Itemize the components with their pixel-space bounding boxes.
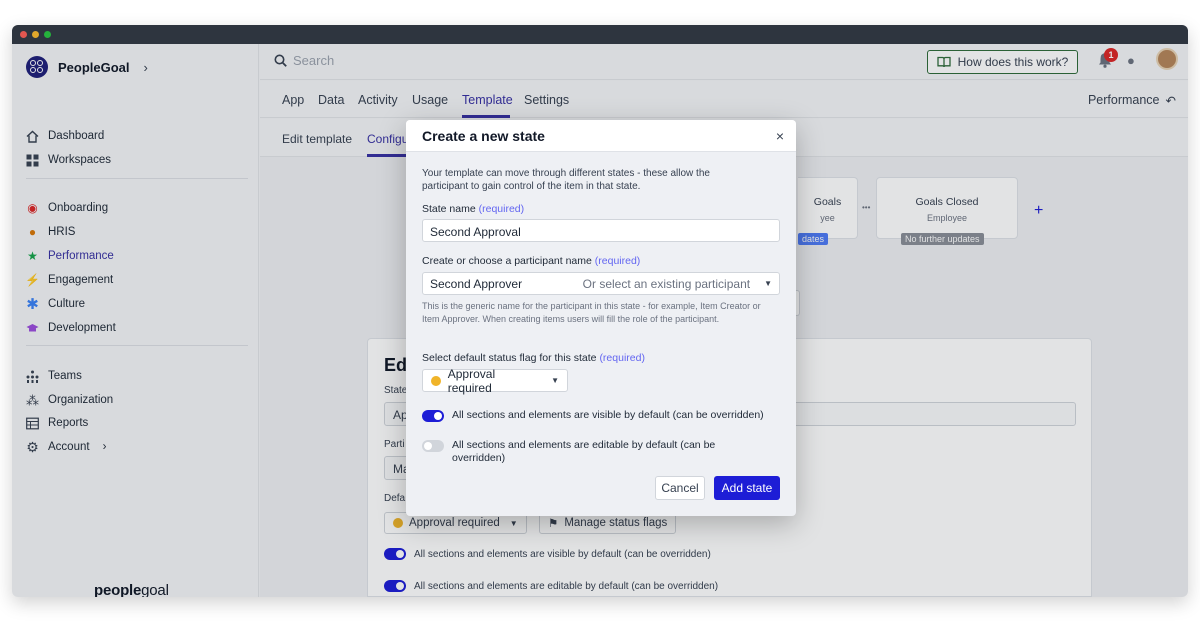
participant-value: Second Approver bbox=[430, 276, 523, 291]
close-icon[interactable]: × bbox=[776, 128, 784, 144]
yellow-status-dot bbox=[431, 375, 441, 386]
existing-participant-select[interactable]: Or select an existing participant ▼ bbox=[583, 277, 772, 291]
flag-value: Approval required bbox=[447, 366, 496, 395]
state-name-label: State name (required) bbox=[422, 203, 525, 215]
participant-name-input[interactable]: Second Approver Or select an existing pa… bbox=[422, 272, 780, 295]
existing-participant-label: Or select an existing participant bbox=[582, 276, 751, 291]
status-flag-label: Select default status flag for this stat… bbox=[422, 352, 645, 364]
cancel-button[interactable]: Cancel bbox=[655, 476, 705, 500]
visible-toggle-label: All sections and elements are visible by… bbox=[452, 409, 764, 421]
default-status-flag-select[interactable]: Approval required ▼ bbox=[422, 366, 568, 395]
create-state-modal: Create a new state × Your template can m… bbox=[406, 120, 796, 516]
editable-toggle-label: All sections and elements are editable b… bbox=[452, 439, 716, 464]
add-state-button[interactable]: Add state bbox=[714, 476, 780, 500]
modal-title: Create a new state bbox=[422, 128, 545, 144]
editable-default-toggle[interactable] bbox=[422, 440, 444, 452]
caret-down-icon: ▼ bbox=[551, 376, 559, 385]
state-name-input[interactable]: Second Approval bbox=[422, 219, 780, 242]
caret-down-icon: ▼ bbox=[764, 279, 772, 288]
participant-name-label: Create or choose a participant name (req… bbox=[422, 255, 641, 267]
modal-intro-text: Your template can move through different… bbox=[422, 168, 710, 192]
app-window: PeopleGoal › Dashboard Workspaces ◉ Onbo… bbox=[12, 25, 1188, 597]
visible-default-toggle[interactable] bbox=[422, 410, 444, 422]
modal-header: Create a new state × bbox=[406, 120, 796, 152]
participant-help-text: This is the generic name for the partici… bbox=[422, 301, 761, 324]
